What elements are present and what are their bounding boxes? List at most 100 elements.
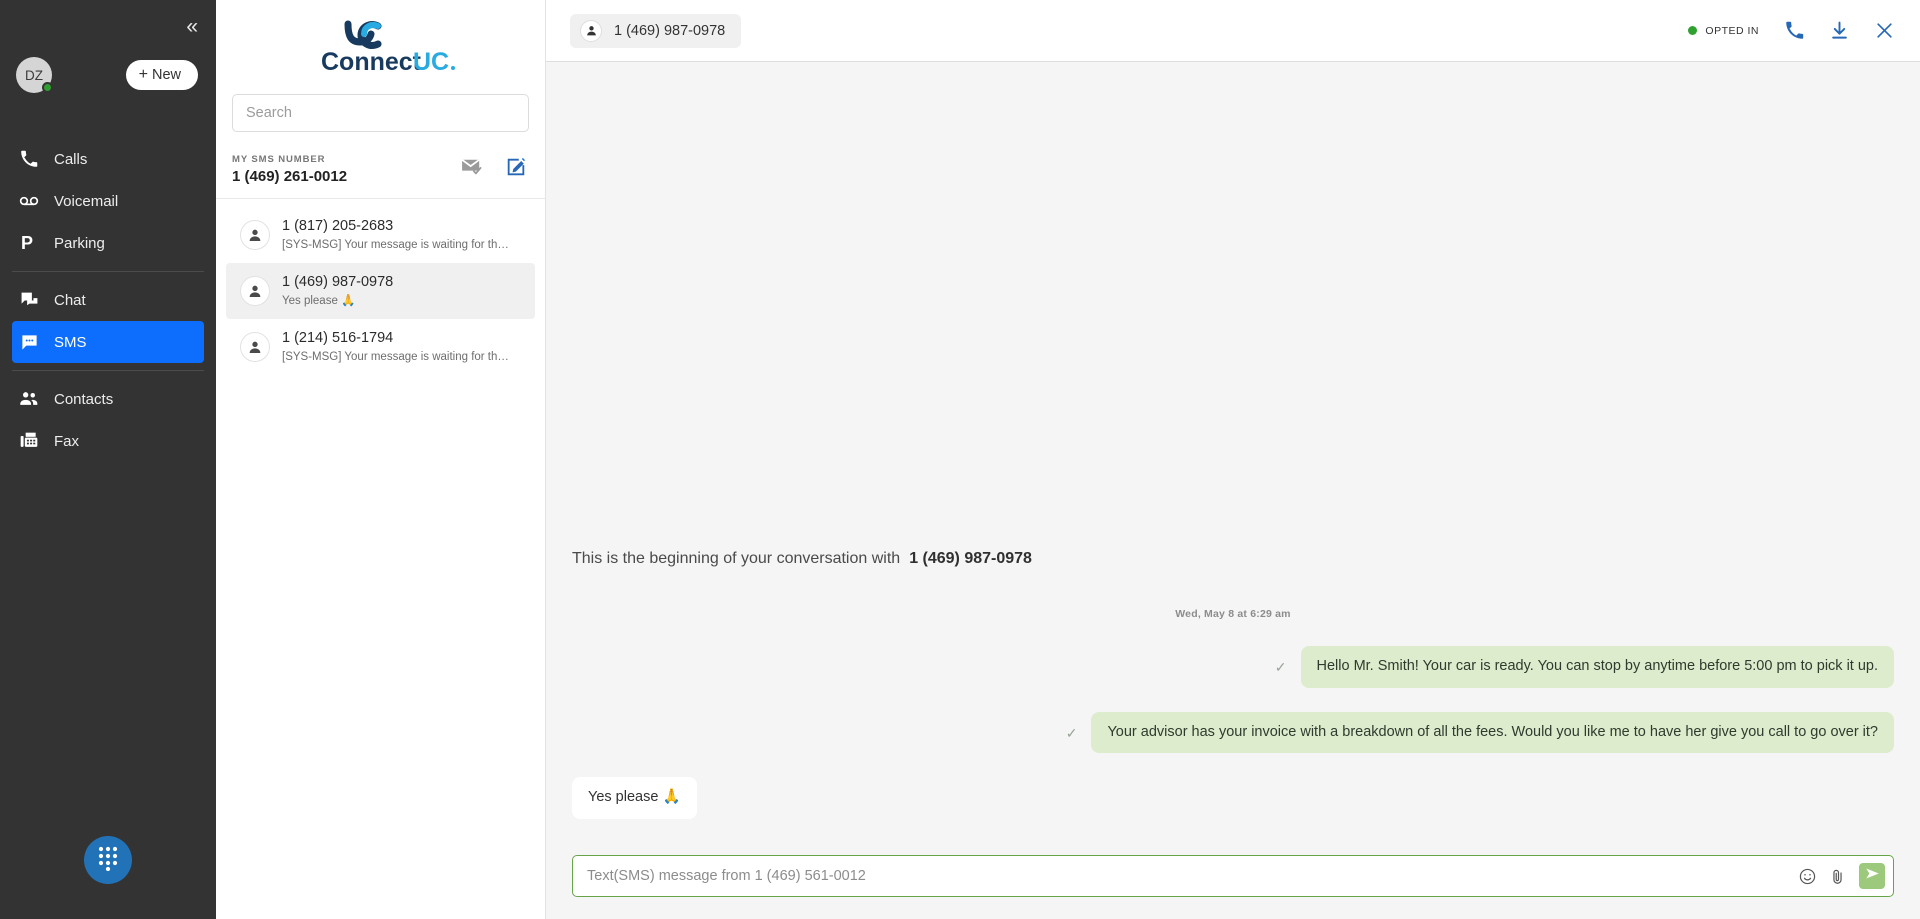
svg-text:UC: UC bbox=[413, 48, 449, 76]
left-navigation-bar: « DZ + New Calls Voicemail P Parking Cha… bbox=[0, 0, 216, 919]
list-item[interactable]: 1 (214) 516-1794 [SYS-MSG] Your message … bbox=[226, 319, 535, 375]
my-sms-number-value: 1 (469) 261-0012 bbox=[232, 168, 348, 185]
person-icon bbox=[240, 331, 270, 362]
fax-machine-icon bbox=[18, 430, 40, 452]
conversation-preview: [SYS-MSG] Your message is waiting for th… bbox=[282, 238, 512, 251]
chat-bubbles-icon bbox=[18, 289, 40, 311]
conversation-preview: [SYS-MSG] Your message is waiting for th… bbox=[282, 350, 512, 363]
compose-pencil-icon[interactable] bbox=[505, 156, 527, 183]
list-item[interactable]: 1 (817) 205-2683 [SYS-MSG] Your message … bbox=[226, 207, 535, 263]
message-thread: This is the beginning of your conversati… bbox=[546, 62, 1920, 855]
my-sms-number-block: MY SMS NUMBER 1 (469) 261-0012 bbox=[232, 154, 347, 185]
sidebar-item-label: Contacts bbox=[54, 390, 114, 408]
call-button[interactable] bbox=[1785, 21, 1804, 40]
message-row: ✓ Your advisor has your invoice with a b… bbox=[572, 711, 1894, 754]
composer-tools bbox=[1799, 863, 1887, 889]
header-actions: OPTED IN bbox=[1688, 21, 1894, 40]
emoji-smiley-icon[interactable] bbox=[1799, 868, 1816, 885]
uc-logo-icon: Connect UC bbox=[321, 20, 455, 76]
sidebar-item-label: Fax bbox=[54, 432, 80, 450]
new-button-label: New bbox=[151, 67, 181, 83]
beginning-number: 1 (469) 987-0978 bbox=[909, 550, 1032, 568]
message-bubble[interactable]: Your advisor has your invoice with a bre… bbox=[1091, 711, 1894, 754]
conversation-title: 1 (469) 987-0978 bbox=[282, 273, 394, 290]
send-paper-plane-icon bbox=[1865, 866, 1880, 886]
phone-icon bbox=[18, 148, 40, 170]
sms-bubble-icon bbox=[18, 331, 40, 353]
voicemail-icon bbox=[18, 190, 40, 212]
sidebar-item-fax[interactable]: Fax bbox=[12, 420, 204, 462]
envelope-check-icon[interactable] bbox=[461, 158, 483, 181]
app-root: « DZ + New Calls Voicemail P Parking Cha… bbox=[0, 0, 1920, 919]
person-icon bbox=[240, 219, 270, 250]
check-icon: ✓ bbox=[1065, 724, 1078, 741]
main-conversation-area: 1 (469) 987-0978 OPTED IN This is the be… bbox=[546, 0, 1920, 919]
my-sms-number-label: MY SMS NUMBER bbox=[232, 154, 326, 165]
avatar[interactable]: DZ bbox=[16, 57, 53, 93]
composer-box bbox=[572, 855, 1894, 897]
status-badge: OPTED IN bbox=[1688, 25, 1759, 37]
list-item-text: 1 (469) 987-0978 Yes please 🙏 bbox=[282, 273, 393, 309]
my-sms-number-actions bbox=[461, 156, 527, 185]
nav-divider bbox=[12, 271, 204, 272]
paperclip-icon[interactable] bbox=[1829, 868, 1846, 885]
conversation-preview: Yes please 🙏 bbox=[282, 294, 356, 307]
person-icon bbox=[580, 19, 602, 42]
conversation-list-panel: Connect UC MY SMS NUMBER 1 (469) 261-001… bbox=[216, 0, 546, 919]
opted-in-label: OPTED IN bbox=[1705, 24, 1759, 37]
svg-text:Connect: Connect bbox=[321, 48, 422, 76]
opted-in-dot-icon bbox=[1688, 26, 1698, 35]
message-bubble[interactable]: Yes please 🙏 bbox=[572, 777, 697, 819]
sidebar-item-parking[interactable]: P Parking bbox=[12, 222, 204, 264]
message-row: Yes please 🙏 bbox=[572, 777, 1894, 819]
dialpad-button-wrap bbox=[0, 836, 216, 884]
search-input[interactable] bbox=[232, 94, 529, 132]
recipient-chip[interactable]: 1 (469) 987-0978 bbox=[570, 13, 742, 48]
sidebar-item-sms[interactable]: SMS bbox=[12, 321, 204, 363]
conversation-beginning-note: This is the beginning of your conversati… bbox=[572, 550, 1894, 568]
check-icon: ✓ bbox=[1274, 659, 1287, 676]
conversation-list[interactable]: 1 (817) 205-2683 [SYS-MSG] Your message … bbox=[216, 199, 545, 919]
person-icon bbox=[240, 275, 270, 306]
svg-text:P: P bbox=[21, 233, 33, 253]
message-bubble[interactable]: Hello Mr. Smith! Your car is ready. You … bbox=[1300, 646, 1894, 688]
day-timestamp: Wed, May 8 at 6:29 am bbox=[1175, 608, 1291, 621]
message-composer bbox=[546, 855, 1920, 919]
parking-p-icon: P bbox=[18, 232, 40, 254]
dialpad-icon bbox=[97, 845, 119, 876]
sidebar-item-voicemail[interactable]: Voicemail bbox=[12, 180, 204, 222]
list-item[interactable]: 1 (469) 987-0978 Yes please 🙏 bbox=[226, 262, 535, 319]
conversation-header: 1 (469) 987-0978 OPTED IN bbox=[546, 0, 1920, 62]
plus-icon: + bbox=[138, 66, 148, 83]
sidebar-item-label: Parking bbox=[54, 234, 105, 252]
close-button[interactable] bbox=[1875, 21, 1894, 40]
sidebar-item-contacts[interactable]: Contacts bbox=[12, 378, 204, 420]
conversation-title: 1 (214) 516-1794 bbox=[282, 329, 394, 346]
conversation-title: 1 (817) 205-2683 bbox=[282, 218, 394, 234]
connectuc-logo: Connect UC bbox=[216, 0, 545, 94]
nav-divider bbox=[12, 370, 204, 371]
message-thread-inner: This is the beginning of your conversati… bbox=[572, 62, 1894, 843]
send-button[interactable] bbox=[1859, 863, 1885, 889]
contacts-people-icon bbox=[18, 388, 40, 410]
download-button[interactable] bbox=[1830, 21, 1849, 40]
my-sms-number-row: MY SMS NUMBER 1 (469) 261-0012 bbox=[216, 132, 545, 199]
list-item-text: 1 (214) 516-1794 [SYS-MSG] Your message … bbox=[282, 329, 512, 365]
nav-items-list: Calls Voicemail P Parking Chat SMS Conta… bbox=[0, 138, 216, 462]
search-wrap bbox=[216, 94, 545, 132]
dialpad-button[interactable] bbox=[84, 836, 132, 884]
new-button[interactable]: + New bbox=[125, 60, 198, 90]
sidebar-item-label: Calls bbox=[54, 150, 88, 168]
collapse-sidebar-icon[interactable]: « bbox=[186, 16, 198, 37]
message-row: ✓ Hello Mr. Smith! Your car is ready. Yo… bbox=[572, 646, 1894, 688]
message-input[interactable] bbox=[587, 857, 1799, 895]
sidebar-item-label: Voicemail bbox=[54, 192, 119, 210]
beginning-prefix: This is the beginning of your conversati… bbox=[572, 550, 901, 568]
recipient-number: 1 (469) 987-0978 bbox=[614, 22, 726, 39]
sidebar-item-label: Chat bbox=[54, 291, 86, 309]
sidebar-item-label: SMS bbox=[54, 333, 87, 351]
sidebar-item-calls[interactable]: Calls bbox=[12, 138, 204, 180]
list-item-text: 1 (817) 205-2683 [SYS-MSG] Your message … bbox=[282, 217, 512, 253]
presence-online-indicator bbox=[42, 82, 53, 93]
sidebar-item-chat[interactable]: Chat bbox=[12, 279, 204, 321]
